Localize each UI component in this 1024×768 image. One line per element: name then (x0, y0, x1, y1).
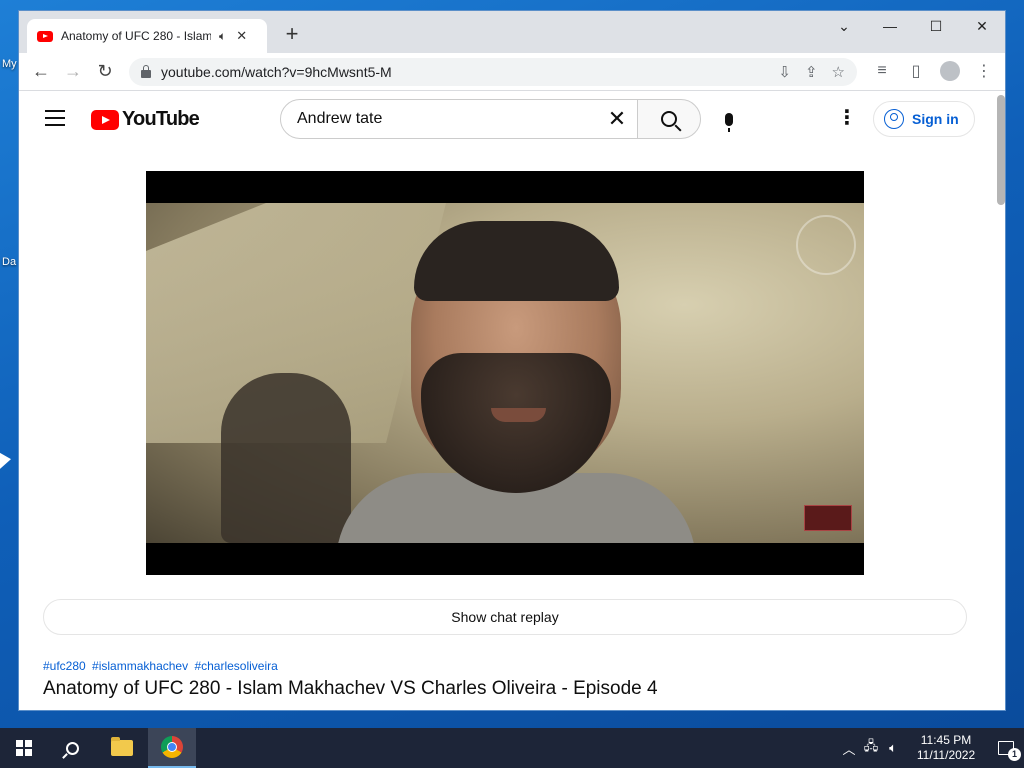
search-icon (65, 741, 79, 755)
search-query[interactable]: Andrew tate (297, 110, 597, 128)
chevron-up-icon[interactable]: ︿ (838, 739, 860, 758)
tab-close-icon[interactable]: ✕ (236, 28, 247, 44)
minimize-button[interactable]: — (867, 11, 913, 41)
maximize-button[interactable]: ☐ (913, 11, 959, 41)
taskbar: ︿ 🖧︎ 🔈︎ 11:45 PM 11/11/2022 1 (0, 728, 1024, 768)
page-scrollbar[interactable] (997, 95, 1005, 205)
clear-search-icon[interactable]: ✕ (597, 106, 637, 132)
tab-youtube[interactable]: Anatomy of UFC 280 - Islam Makhachev VS … (27, 19, 267, 53)
hashtag-link[interactable]: #islammakhachev (92, 659, 188, 673)
youtube-page: YouTube Andrew tate ✕ ⋮ Sign in Show cha… (19, 91, 1005, 710)
folder-icon (111, 737, 133, 756)
system-tray: ︿ 🖧︎ 🔈︎ 11:45 PM 11/11/2022 1 (838, 728, 1024, 768)
sign-in-button[interactable]: Sign in (873, 101, 975, 137)
hashtag-link[interactable]: #ufc280 (43, 659, 86, 673)
show-chat-replay-button[interactable]: Show chat replay (43, 599, 967, 635)
hamburger-menu-icon[interactable] (45, 110, 65, 126)
profile-icon[interactable] (937, 57, 963, 85)
video-title: Anatomy of UFC 280 - Islam Makhachev VS … (43, 678, 658, 699)
chrome-icon (161, 736, 183, 758)
speaker-icon[interactable]: 🔈︎ (219, 29, 226, 44)
channel-watermark-icon (796, 215, 856, 275)
user-circle-icon (884, 109, 904, 129)
chat-replay-label: Show chat replay (451, 609, 559, 625)
action-center-button[interactable]: 1 (988, 728, 1024, 768)
corner-logo-icon (804, 505, 852, 531)
youtube-play-icon (91, 109, 119, 130)
search-input[interactable]: Andrew tate ✕ (280, 99, 638, 139)
notification-icon: 1 (998, 741, 1021, 761)
browser-window: Anatomy of UFC 280 - Islam Makhachev VS … (18, 10, 1006, 711)
chrome-taskbar-button[interactable] (148, 728, 196, 768)
new-tab-button[interactable]: + (279, 23, 305, 45)
sign-in-label: Sign in (912, 111, 959, 127)
omnibox[interactable]: youtube.com/watch?v=9hcMwsnt5-M ⇩ ⇪ ☆ (129, 58, 857, 86)
desktop-icon-label-da[interactable]: Da (2, 256, 16, 268)
notification-count: 1 (1008, 748, 1021, 761)
install-icon[interactable]: ⇩ (778, 63, 791, 81)
file-explorer-button[interactable] (98, 728, 146, 768)
reading-list-icon[interactable]: ≡ (869, 57, 895, 85)
mouse-cursor-icon (0, 452, 11, 476)
volume-icon[interactable]: 🔈︎ (882, 740, 904, 756)
close-window-button[interactable]: ✕ (959, 11, 1005, 41)
video-player[interactable] (146, 171, 864, 575)
more-settings-icon[interactable]: ⋮ (837, 108, 857, 128)
youtube-header: YouTube Andrew tate ✕ ⋮ Sign in (19, 91, 1005, 147)
microphone-icon (725, 112, 733, 132)
youtube-favicon-icon (37, 30, 53, 42)
share-icon[interactable]: ⇪ (805, 63, 818, 81)
forward-button[interactable]: → (57, 56, 89, 88)
voice-search-button[interactable] (709, 99, 749, 139)
hashtags: #ufc280 #islammakhachev #charlesoliveira (43, 659, 281, 673)
desktop-icon-label-my[interactable]: My (2, 58, 17, 70)
menu-icon[interactable]: ⋮ (971, 57, 997, 85)
hashtag-link[interactable]: #charlesoliveira (194, 659, 277, 673)
star-icon[interactable]: ☆ (832, 63, 845, 81)
start-button[interactable] (0, 728, 48, 768)
youtube-logo-text: YouTube (122, 108, 200, 130)
back-button[interactable]: ← (25, 56, 57, 88)
tab-search-chevron-icon[interactable]: ⌄ (821, 11, 867, 41)
url-text[interactable]: youtube.com/watch?v=9hcMwsnt5-M (161, 64, 392, 80)
clock[interactable]: 11:45 PM 11/11/2022 (910, 733, 982, 763)
search-icon (661, 111, 677, 127)
tab-strip: Anatomy of UFC 280 - Islam Makhachev VS … (19, 11, 1005, 53)
tab-title: Anatomy of UFC 280 - Islam Makhachev VS … (61, 29, 211, 43)
youtube-logo[interactable]: YouTube (91, 108, 200, 131)
clock-date: 11/11/2022 (916, 748, 976, 762)
clock-time: 11:45 PM (920, 733, 972, 747)
reload-button[interactable]: ↻ (89, 56, 121, 88)
taskbar-search-button[interactable] (48, 728, 96, 768)
search-button[interactable] (637, 99, 701, 139)
windows-logo-icon (16, 740, 32, 756)
address-bar-row: ← → ↻ youtube.com/watch?v=9hcMwsnt5-M ⇩ … (19, 53, 1005, 91)
side-panel-icon[interactable]: ▯ (903, 57, 929, 85)
lock-icon[interactable] (141, 65, 151, 78)
video-frame (146, 203, 864, 543)
network-icon[interactable]: 🖧︎ (860, 737, 882, 759)
